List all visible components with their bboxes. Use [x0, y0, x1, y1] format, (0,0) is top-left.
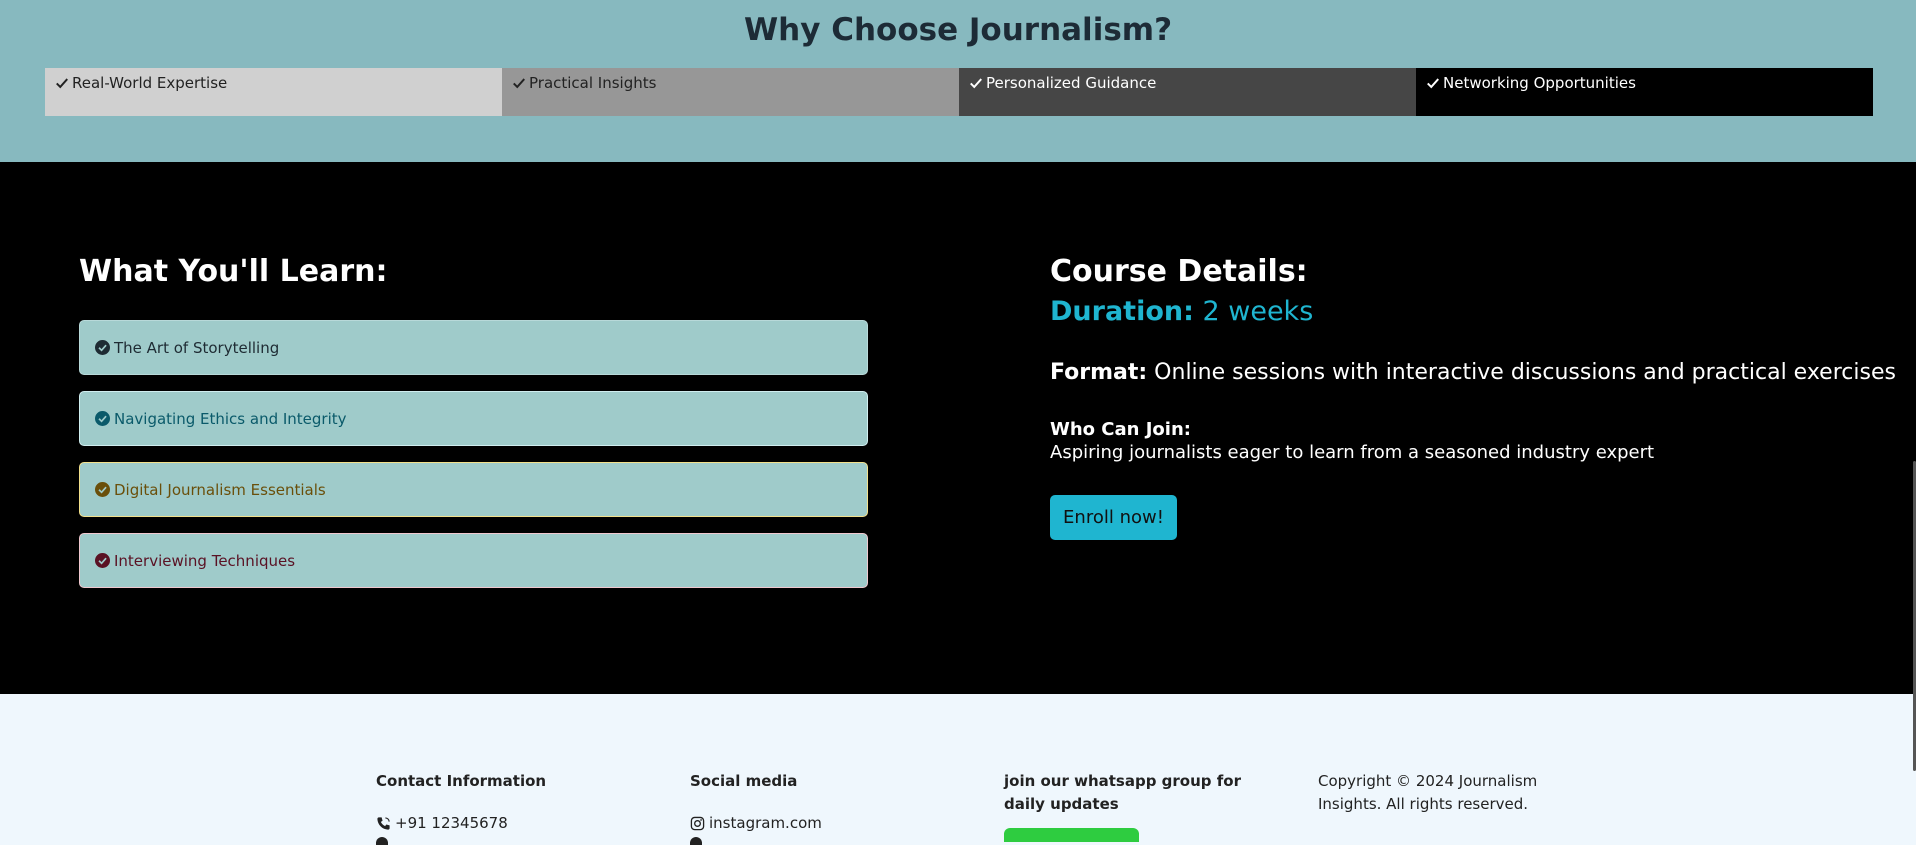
footer-contact: Contact Information +91 12345678 [376, 770, 646, 845]
copyright-text: Copyright © 2024 Journalism Insights. Al… [1318, 772, 1538, 813]
course-section: What You'll Learn: The Art of Storytelli… [0, 162, 1916, 694]
feature-real-world-expertise: Real-World Expertise [45, 68, 502, 116]
feature-label: Networking Opportunities [1443, 74, 1636, 92]
check-circle-icon [95, 553, 110, 568]
learn-item-label: The Art of Storytelling [114, 338, 280, 357]
enroll-button[interactable]: Enroll now! [1050, 495, 1177, 540]
who-can-join-label: Who Can Join: [1050, 419, 1191, 440]
learn-item-label: Digital Journalism Essentials [114, 480, 326, 499]
feature-label: Real-World Expertise [72, 74, 228, 92]
feature-personalized-guidance: Personalized Guidance [959, 68, 1416, 116]
course-details-title: Course Details: [1050, 254, 1308, 289]
check-circle-icon [95, 482, 110, 497]
instagram-link[interactable]: instagram.com [690, 813, 960, 833]
duration-label: Duration: [1050, 296, 1194, 327]
social-row-partial [690, 837, 960, 845]
course-format: Format: Online sessions with interactive… [1050, 358, 1896, 388]
footer-copyright: Copyright © 2024 Journalism Insights. Al… [1318, 770, 1538, 816]
check-icon [1427, 78, 1439, 89]
learn-title: What You'll Learn: [79, 254, 388, 289]
why-choose-section: Why Choose Journalism? Real-World Expert… [0, 0, 1916, 162]
check-icon [56, 78, 68, 89]
course-duration: Duration: 2 weeks [1050, 295, 1313, 329]
format-label: Format: [1050, 360, 1148, 385]
why-choose-title: Why Choose Journalism? [743, 12, 1173, 48]
instagram-icon [690, 816, 705, 830]
email-icon [376, 837, 388, 845]
social-title: Social media [690, 772, 798, 790]
format-value: Online sessions with interactive discuss… [1147, 360, 1896, 385]
learn-item-ethics: Navigating Ethics and Integrity [79, 391, 868, 446]
footer-whatsapp: join our whatsapp group for daily update… [1004, 770, 1274, 842]
learn-item-label: Interviewing Techniques [114, 551, 296, 570]
phone-icon [377, 816, 390, 830]
phone-row[interactable]: +91 12345678 [376, 813, 646, 833]
check-circle-icon [95, 340, 110, 355]
learn-item-interviewing: Interviewing Techniques [79, 533, 868, 588]
learn-item-digital-journalism: Digital Journalism Essentials [79, 462, 868, 517]
features-strip: Real-World Expertise Practical Insights … [45, 68, 1873, 116]
whatsapp-join-button[interactable] [1004, 828, 1139, 842]
email-row-partial [376, 837, 646, 845]
feature-networking-opportunities: Networking Opportunities [1416, 68, 1873, 116]
feature-label: Personalized Guidance [986, 74, 1157, 92]
instagram-label: instagram.com [709, 814, 822, 832]
who-can-join-text: Aspiring journalists eager to learn from… [1050, 442, 1655, 463]
learn-item-storytelling: The Art of Storytelling [79, 320, 868, 375]
check-icon [970, 78, 982, 89]
whatsapp-title: join our whatsapp group for daily update… [1004, 772, 1241, 813]
check-icon [513, 78, 525, 89]
footer-social: Social media instagram.com [690, 770, 960, 845]
duration-value: 2 weeks [1193, 296, 1314, 327]
contact-title: Contact Information [376, 772, 547, 790]
check-circle-icon [95, 411, 110, 426]
learn-item-label: Navigating Ethics and Integrity [114, 409, 347, 428]
feature-label: Practical Insights [529, 74, 657, 92]
social-icon [690, 837, 702, 845]
footer: Contact Information +91 12345678 Social … [0, 694, 1916, 845]
feature-practical-insights: Practical Insights [502, 68, 959, 116]
phone-number: +91 12345678 [395, 814, 508, 832]
